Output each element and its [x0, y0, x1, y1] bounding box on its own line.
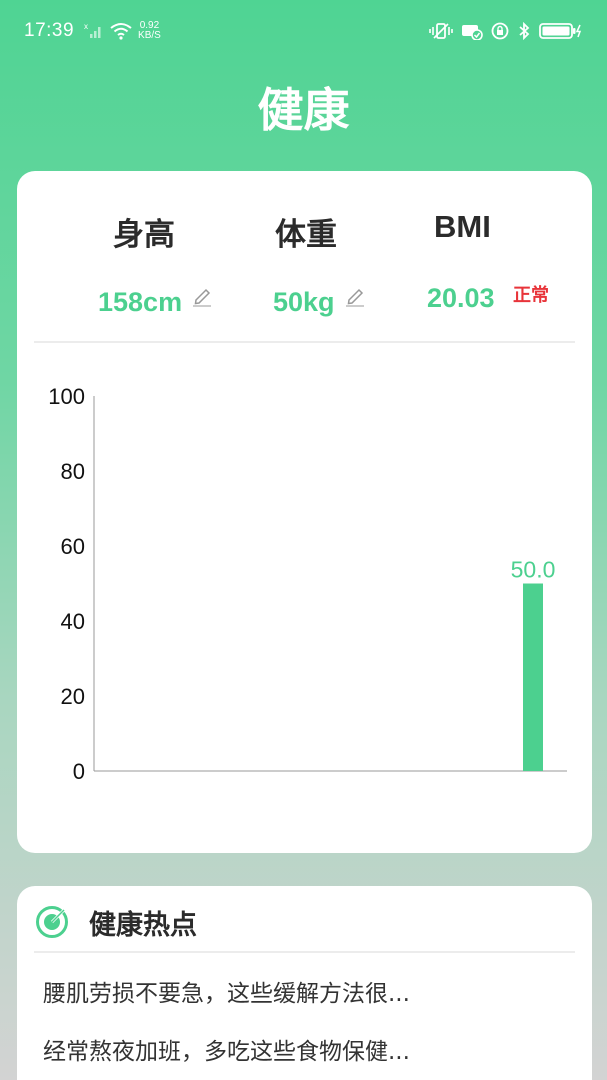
bar	[523, 583, 543, 771]
health-hot-card: 健康热点 腰肌劳损不要急，这些缓解方法很... 经常熬夜加班，多吃这些食物保健.…	[17, 886, 592, 1080]
weight-label: 体重	[275, 217, 337, 253]
target-icon	[35, 905, 69, 939]
y-tick-label: 60	[61, 534, 85, 559]
vibrate-icon	[429, 22, 453, 40]
wifi-icon	[110, 22, 132, 40]
battery-icon	[539, 22, 583, 40]
bar-data-label: 50.0	[511, 557, 556, 583]
status-time: 17:39	[24, 20, 75, 41]
metric-values: 158cm 50kg 20.03 正常	[17, 283, 592, 323]
bmi-value: 20.03	[427, 283, 495, 313]
bmi-status-badge: 正常	[513, 285, 549, 306]
signal-icon: x	[84, 22, 104, 40]
height-label: 身高	[113, 217, 175, 253]
bmi-label: BMI	[434, 209, 491, 244]
edit-height-icon[interactable]	[192, 283, 212, 314]
weight-bar-chart: 100 80 60 40 20 0 50.0	[48, 384, 567, 784]
y-tick-label: 0	[73, 759, 85, 784]
news-item[interactable]: 经常熬夜加班，多吃这些食物保健...	[43, 1032, 563, 1066]
lock-icon	[491, 22, 509, 40]
height-value: 158cm	[98, 287, 183, 317]
bluetooth-icon	[517, 22, 531, 40]
bmi-value-group: 20.03	[427, 283, 495, 314]
card-divider	[34, 341, 575, 343]
metric-headers: 身高 体重 BMI	[17, 209, 592, 253]
y-tick-label: 100	[48, 384, 85, 409]
status-bar: 17:39 x 0.92 KB/S	[0, 0, 607, 62]
y-tick-label: 80	[61, 459, 85, 484]
news-item[interactable]: 腰肌劳损不要急，这些缓解方法很...	[43, 974, 563, 1008]
speed-unit: KB/S	[138, 30, 161, 41]
weight-value-group[interactable]: 50kg	[273, 283, 365, 318]
y-tick-label: 20	[61, 684, 85, 709]
network-speed: 0.92 KB/S	[138, 21, 161, 41]
cast-icon	[461, 22, 483, 40]
page-title: 健康	[257, 83, 350, 137]
edit-weight-icon[interactable]	[345, 283, 365, 314]
svg-text:x: x	[84, 22, 88, 31]
hot-header: 健康热点	[35, 904, 197, 941]
y-tick-label: 40	[61, 609, 85, 634]
bmi-card: 身高 体重 BMI 158cm 50kg 20.03 正常 100 80 60 …	[17, 171, 592, 853]
weight-value: 50kg	[273, 287, 335, 317]
hot-divider	[34, 951, 575, 953]
hot-title: 健康热点	[89, 909, 197, 941]
height-value-group[interactable]: 158cm	[98, 283, 212, 318]
